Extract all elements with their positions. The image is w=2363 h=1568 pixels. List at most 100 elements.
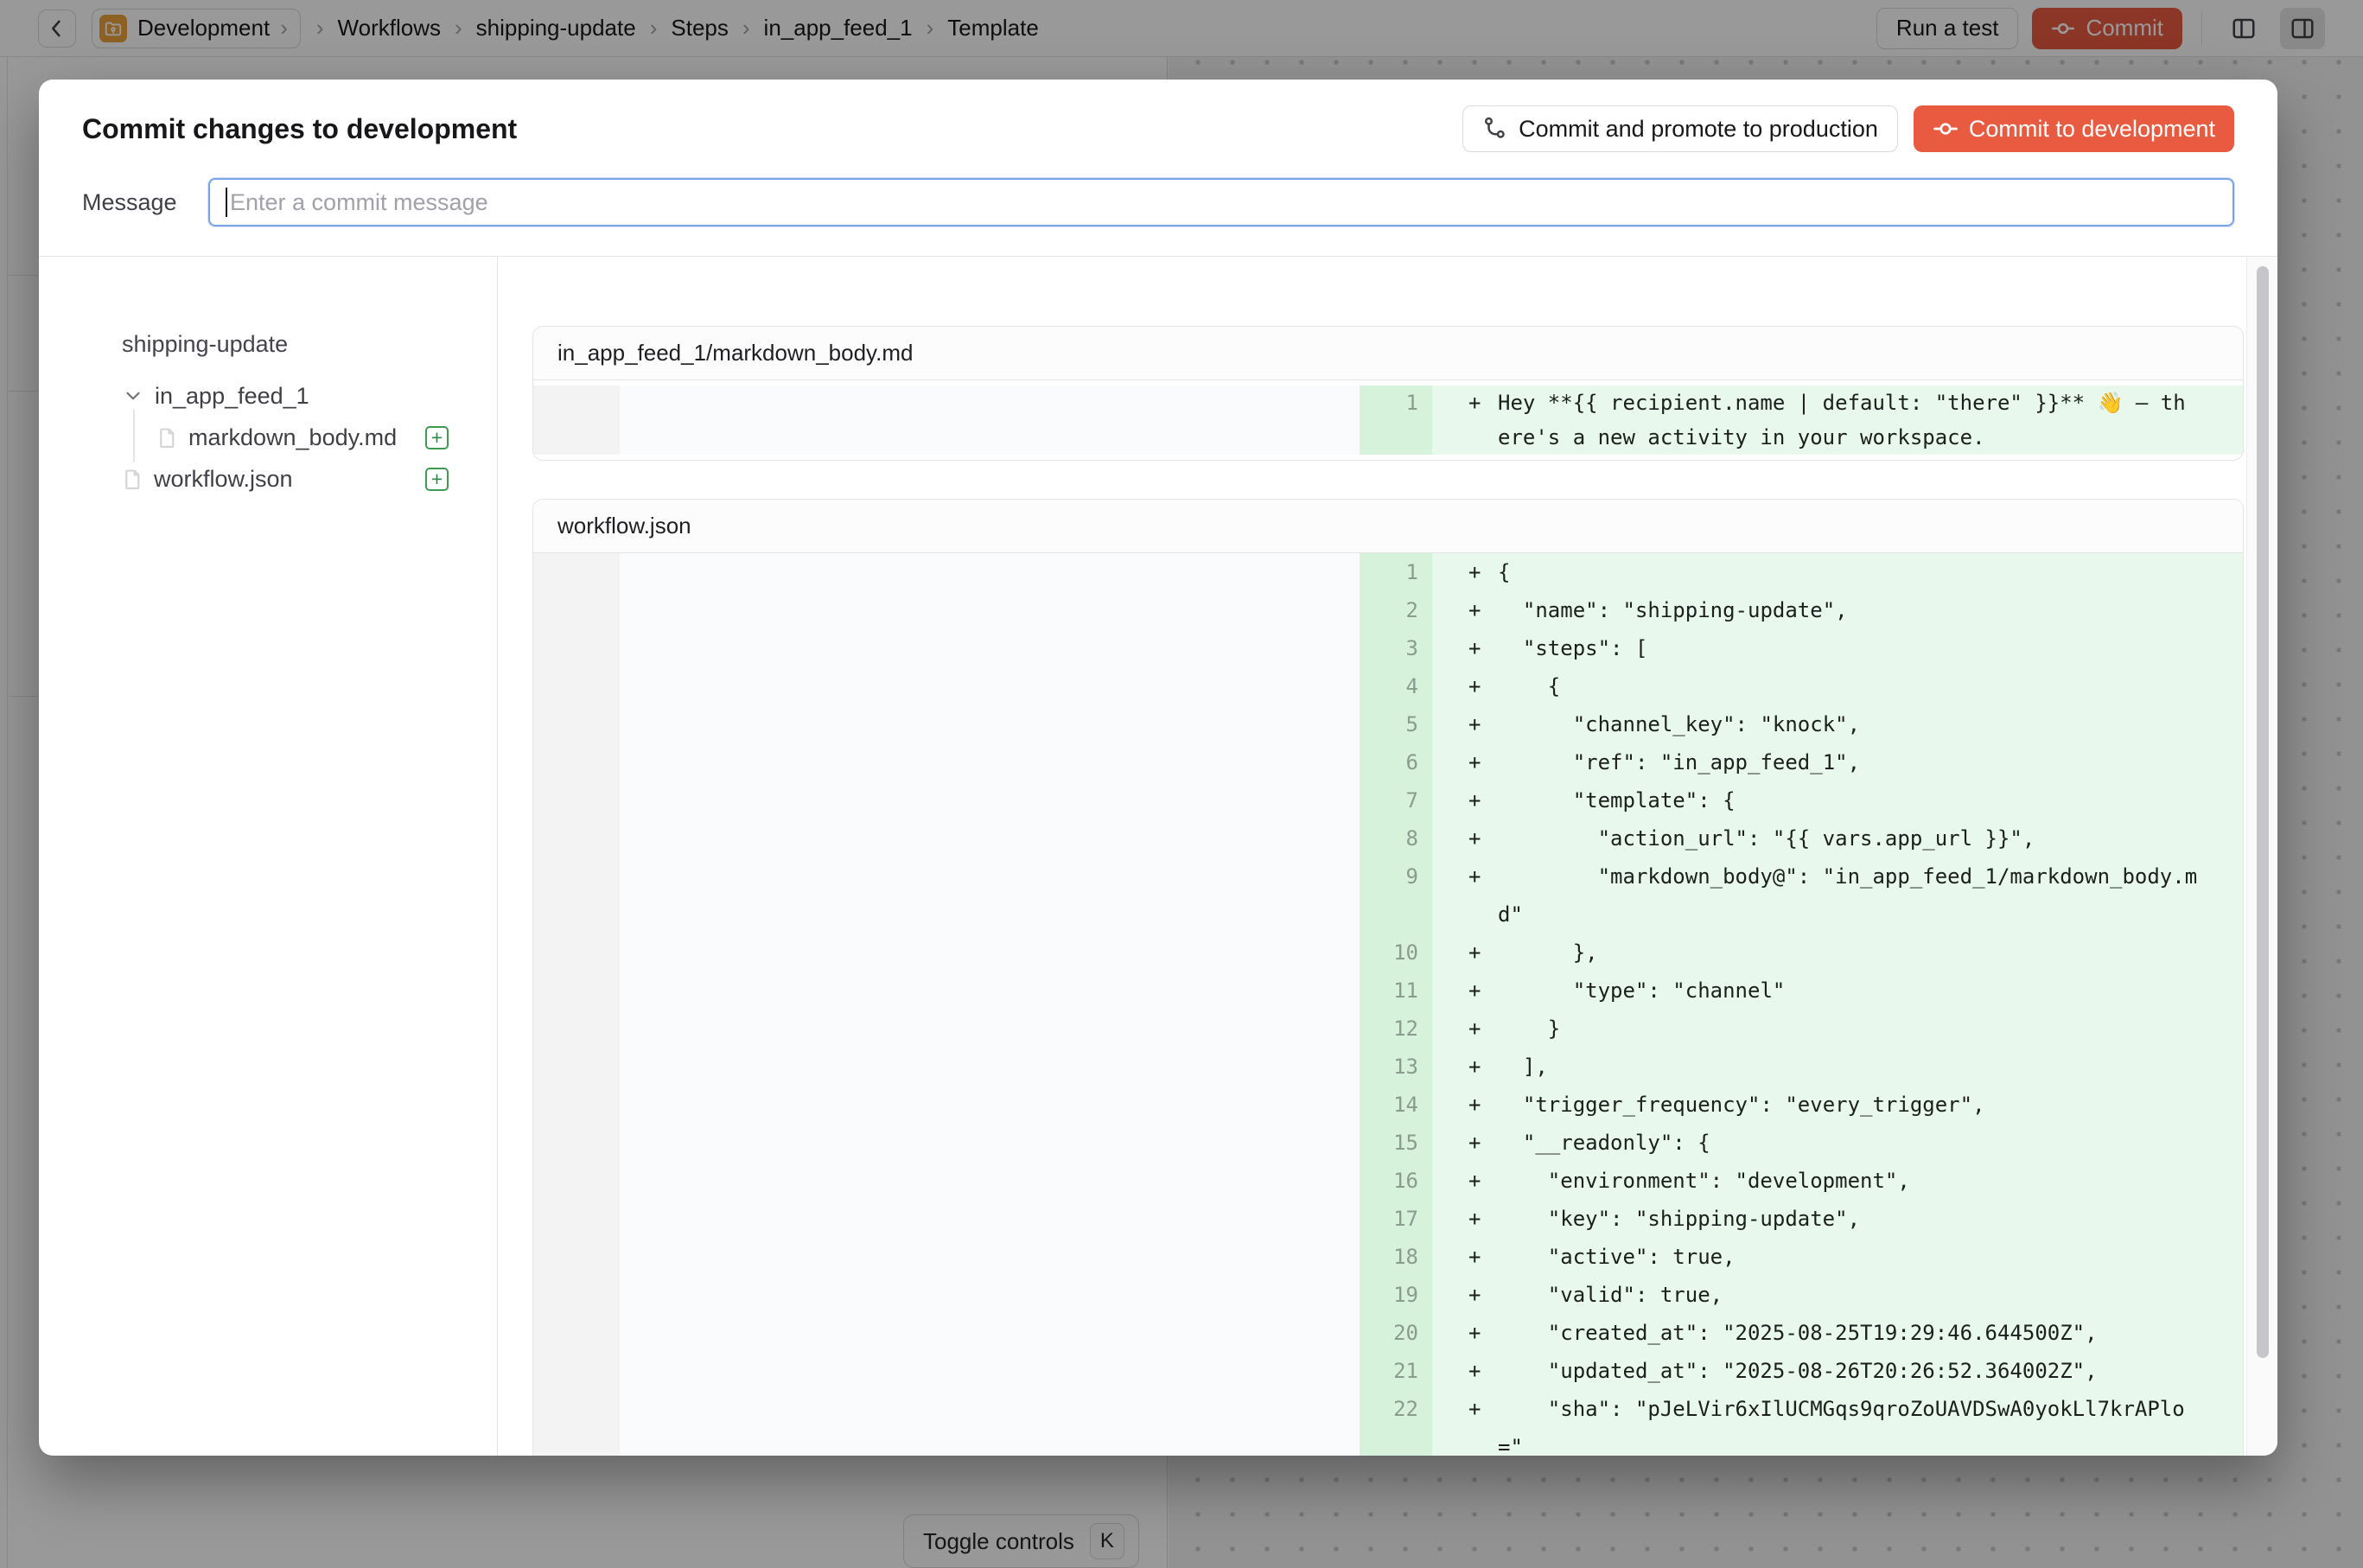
diff-code-text: { — [1498, 553, 2197, 591]
diff-code-text: }, — [1498, 934, 2197, 972]
new-line-content: + { — [1432, 667, 2243, 705]
new-line-number: 16 — [1360, 1162, 1432, 1200]
old-line-gutter — [533, 629, 620, 667]
diff-code-text: "name": "shipping-update", — [1498, 591, 2197, 629]
diff-add-sign: + — [1468, 1162, 1498, 1200]
diff-panel-workflow-json: workflow.json 1+{2+ "name": "shipping-up… — [532, 499, 2244, 1456]
new-line-number: 17 — [1360, 1200, 1432, 1238]
old-line-gutter — [533, 972, 620, 1010]
new-line-content: + "trigger_frequency": "every_trigger", — [1432, 1086, 2243, 1124]
old-line-content — [620, 1352, 1360, 1390]
new-line-number: 8 — [1360, 819, 1432, 857]
diff-add-sign: + — [1468, 1390, 1498, 1428]
diff-add-sign: + — [1468, 629, 1498, 667]
file-added-badge: + — [425, 426, 449, 449]
old-line-content — [620, 1086, 1360, 1124]
diff-add-sign: + — [1468, 1086, 1498, 1124]
diff-row: 2+ "name": "shipping-update", — [533, 591, 2243, 629]
new-line-content: +Hey **{{ recipient.name | default: "the… — [1432, 386, 2243, 455]
file-added-badge: + — [425, 468, 449, 491]
diff-row: 11+ "type": "channel" — [533, 972, 2243, 1010]
new-line-number: 6 — [1360, 743, 1432, 781]
diff-code-text: "updated_at": "2025-08-26T20:26:52.36400… — [1498, 1352, 2197, 1390]
diff-code-text: "markdown_body@": "in_app_feed_1/markdow… — [1498, 857, 2197, 934]
old-line-content — [620, 629, 1360, 667]
diff-code-text: "type": "channel" — [1498, 972, 2197, 1010]
modal-scrollbar[interactable] — [2246, 257, 2277, 1456]
new-line-content: + }, — [1432, 934, 2243, 972]
diff-row: 9+ "markdown_body@": "in_app_feed_1/mark… — [533, 857, 2243, 934]
commit-message-placeholder: Enter a commit message — [230, 189, 488, 216]
old-line-content — [620, 1314, 1360, 1352]
tree-file-workflow-json[interactable]: workflow.json + — [122, 458, 449, 500]
diff-code-text: "key": "shipping-update", — [1498, 1200, 2197, 1238]
old-line-content — [620, 667, 1360, 705]
diff-add-sign: + — [1468, 1352, 1498, 1390]
diff-row: 15+ "__readonly": { — [533, 1124, 2243, 1162]
modal-title: Commit changes to development — [82, 113, 1462, 145]
diff-code-text: "environment": "development", — [1498, 1162, 2197, 1200]
tree-file-markdown-body[interactable]: markdown_body.md + — [122, 417, 449, 458]
diff-add-sign: + — [1468, 857, 1498, 896]
diff-row: 19+ "valid": true, — [533, 1276, 2243, 1314]
tree-file-label: workflow.json — [154, 466, 425, 493]
modal-header: Commit changes to development Commit and… — [39, 80, 2277, 257]
diff-content: 1+Hey **{{ recipient.name | default: "th… — [533, 380, 2243, 460]
diff-row: 13+ ], — [533, 1048, 2243, 1086]
old-line-gutter — [533, 934, 620, 972]
diff-code-text: "steps": [ — [1498, 629, 2197, 667]
old-line-gutter — [533, 1352, 620, 1390]
new-line-number: 21 — [1360, 1352, 1432, 1390]
old-line-gutter — [533, 1086, 620, 1124]
commit-and-promote-button[interactable]: Commit and promote to production — [1462, 105, 1898, 152]
new-line-content: + "valid": true, — [1432, 1276, 2243, 1314]
new-line-content: + "steps": [ — [1432, 629, 2243, 667]
diff-row: 14+ "trigger_frequency": "every_trigger"… — [533, 1086, 2243, 1124]
new-line-content: + "environment": "development", — [1432, 1162, 2243, 1200]
diff-add-sign: + — [1468, 1276, 1498, 1314]
diff-row: 6+ "ref": "in_app_feed_1", — [533, 743, 2243, 781]
new-line-number: 15 — [1360, 1124, 1432, 1162]
old-line-gutter — [533, 705, 620, 743]
diff-code-text: "active": true, — [1498, 1238, 2197, 1276]
diff-content: 1+{2+ "name": "shipping-update",3+ "step… — [533, 553, 2243, 1456]
diff-add-sign: + — [1468, 934, 1498, 972]
new-line-content: + ], — [1432, 1048, 2243, 1086]
file-icon — [156, 427, 178, 449]
new-line-content: + "sha": "pJeLVir6xIlUCMGqs9qroZoUAVDSwA… — [1432, 1390, 2243, 1456]
new-line-number: 12 — [1360, 1010, 1432, 1048]
tree-folder-in-app-feed[interactable]: in_app_feed_1 — [122, 375, 449, 417]
new-line-content: +{ — [1432, 553, 2243, 591]
diff-row: 20+ "created_at": "2025-08-25T19:29:46.6… — [533, 1314, 2243, 1352]
old-line-gutter — [533, 1238, 620, 1276]
old-line-gutter — [533, 781, 620, 819]
diff-code-text: "__readonly": { — [1498, 1124, 2197, 1162]
diff-code-text: } — [1498, 1010, 2197, 1048]
new-line-content: + "active": true, — [1432, 1238, 2243, 1276]
commit-to-development-button[interactable]: Commit to development — [1914, 105, 2234, 152]
old-line-content — [620, 1238, 1360, 1276]
diff-row: 4+ { — [533, 667, 2243, 705]
diff-add-sign: + — [1468, 705, 1498, 743]
new-line-content: + "updated_at": "2025-08-26T20:26:52.364… — [1432, 1352, 2243, 1390]
tree-folder-label: in_app_feed_1 — [155, 383, 449, 410]
old-line-content — [620, 743, 1360, 781]
old-line-content — [620, 553, 1360, 591]
diff-code-text: Hey **{{ recipient.name | default: "ther… — [1498, 386, 2197, 455]
old-line-content — [620, 934, 1360, 972]
old-line-gutter — [533, 1010, 620, 1048]
old-line-gutter — [533, 1390, 620, 1456]
diff-add-sign: + — [1468, 1200, 1498, 1238]
diff-code-text: "sha": "pJeLVir6xIlUCMGqs9qroZoUAVDSwA0y… — [1498, 1390, 2197, 1456]
diff-row: 22+ "sha": "pJeLVir6xIlUCMGqs9qroZoUAVDS… — [533, 1390, 2243, 1456]
tree-root-workflow[interactable]: shipping-update — [122, 331, 449, 358]
old-line-gutter — [533, 1314, 620, 1352]
diff-row: 21+ "updated_at": "2025-08-26T20:26:52.3… — [533, 1352, 2243, 1390]
new-line-content: + "created_at": "2025-08-25T19:29:46.644… — [1432, 1314, 2243, 1352]
diff-add-sign: + — [1468, 819, 1498, 857]
commit-message-input[interactable]: Enter a commit message — [208, 178, 2234, 226]
scrollbar-thumb[interactable] — [2257, 266, 2269, 1358]
new-line-number: 18 — [1360, 1238, 1432, 1276]
git-commit-icon — [1933, 116, 1959, 142]
old-line-content — [620, 705, 1360, 743]
